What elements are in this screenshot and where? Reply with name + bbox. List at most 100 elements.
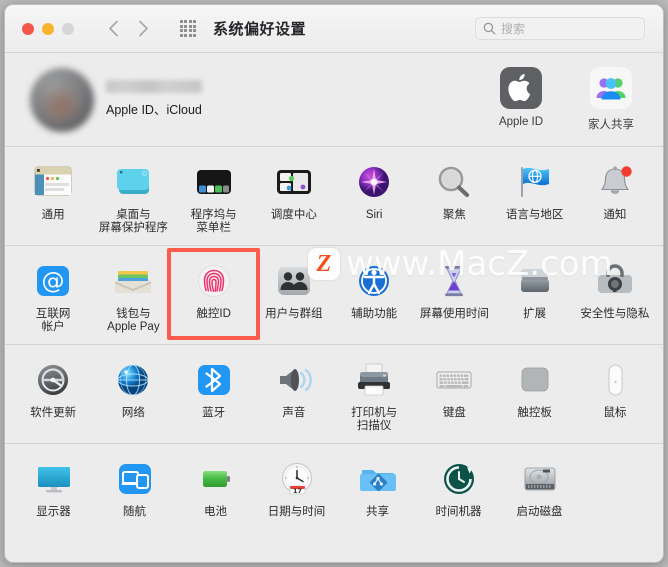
section-hardware: 软件更新 网络 蓝牙 声音 打印机与 扫描仪 键盘 触控板 鼠标 [5,345,663,444]
pref-security-privacy[interactable]: 安全性与隐私 [575,256,655,340]
pref-trackpad[interactable]: 触控板 [495,355,575,439]
window-title: 系统偏好设置 [213,21,307,38]
pref-sidecar[interactable]: 随航 [94,454,175,525]
pref-touch-id[interactable]: 触控ID [174,256,254,340]
avatar[interactable] [30,68,94,132]
pref-label: 调度中心 [270,209,317,221]
pref-network[interactable]: 网络 [93,355,173,439]
pref-date-time[interactable]: 17 日期与时间 [256,454,337,525]
pref-label: 触控ID [196,308,231,320]
pref-spotlight[interactable]: 聚焦 [414,157,494,241]
time-machine-icon [436,456,482,502]
apple-id-banner[interactable]: Apple ID、iCloud Apple ID 家人共享 [5,53,663,147]
wallet-applepay-icon [110,258,156,304]
pref-label: 随航 [123,506,146,518]
pref-label: 共享 [366,506,389,518]
shortcut-label: Apple ID [498,116,544,128]
pref-label: 打印机与 扫描仪 [351,407,398,432]
date-time-icon: 17 [274,456,320,502]
pref-accessibility[interactable]: 辅助功能 [334,256,414,340]
section-system: 通用 桌面与 屏幕保护程序 程序坞与 菜单栏 调度中心 Siri 聚焦 语言与地… [5,147,663,246]
pref-label: 屏幕使用时间 [419,308,489,320]
pref-row: @ 互联网 帐户 钱包与 Apple Pay 触控ID 用户与群组 辅助功能 屏… [13,256,655,340]
general-icon [30,159,76,205]
pref-mission-control[interactable]: 调度中心 [254,157,334,241]
pref-wallet-applepay[interactable]: 钱包与 Apple Pay [93,256,173,340]
sharing-icon [355,456,401,502]
account-name-redacted [106,80,202,93]
shortcut-family-sharing[interactable]: 家人共享 [573,67,649,132]
search-field[interactable] [475,17,645,40]
spotlight-icon [431,159,477,205]
pref-label: 声音 [282,407,306,419]
pref-sound[interactable]: 声音 [254,355,334,439]
pref-label: 网络 [121,407,145,419]
pref-bluetooth[interactable]: 蓝牙 [174,355,254,439]
forward-chevron-icon[interactable] [131,17,155,41]
pref-label: 通用 [41,209,65,221]
pref-label: 扩展 [523,308,547,320]
pref-general[interactable]: 通用 [13,157,93,241]
svg-text:@: @ [42,269,65,295]
shortcut-apple-id[interactable]: Apple ID [483,67,559,132]
pref-sharing[interactable]: 共享 [337,454,418,525]
pref-label: 蓝牙 [202,407,226,419]
pref-row: 显示器 随航 电池 17 日期与时间 共享 时间机器 启动磁盘 [13,454,655,525]
screen-time-icon [431,258,477,304]
pref-label: 日期与时间 [267,506,326,518]
pref-label: 触控板 [517,407,552,419]
pref-desktop-screensaver[interactable]: 桌面与 屏幕保护程序 [93,157,173,241]
titlebar: 系统偏好设置 [5,5,663,53]
internet-accounts-icon: @ [30,258,76,304]
pref-startup-disk[interactable]: 启动磁盘 [499,454,580,525]
pref-battery[interactable]: 电池 [175,454,256,525]
pref-notifications[interactable]: 通知 [575,157,655,241]
startup-disk-icon [517,456,563,502]
pref-row: 软件更新 网络 蓝牙 声音 打印机与 扫描仪 键盘 触控板 鼠标 [13,355,655,439]
zoom-button[interactable] [62,22,74,35]
account-subtitle: Apple ID、iCloud [106,103,202,117]
software-update-icon [30,357,76,403]
extensions-icon [512,258,558,304]
close-button[interactable] [22,22,34,35]
pref-label: Siri [365,209,383,221]
pref-extensions[interactable]: 扩展 [495,256,575,340]
system-preferences-window: 系统偏好设置 Apple ID、iCloud Apple ID [4,4,664,563]
network-icon [110,357,156,403]
pref-label: 用户与群组 [265,308,323,320]
pref-label: 钱包与 Apple Pay [107,308,160,333]
pref-mouse[interactable]: 鼠标 [575,355,655,439]
mission-control-icon [271,159,317,205]
trackpad-icon [512,357,558,403]
pref-software-update[interactable]: 软件更新 [13,355,93,439]
pref-label: 启动磁盘 [516,506,563,518]
pref-label: 鼠标 [603,407,627,419]
preferences-pane: 通用 桌面与 屏幕保护程序 程序坞与 菜单栏 调度中心 Siri 聚焦 语言与地… [5,147,663,529]
back-chevron-icon[interactable] [101,17,125,41]
show-all-grid-icon[interactable] [177,18,199,40]
pref-label: 桌面与 屏幕保护程序 [98,209,168,234]
accessibility-icon [351,258,397,304]
pref-displays[interactable]: 显示器 [13,454,94,525]
shortcut-label: 家人共享 [588,119,634,131]
navigation-buttons [101,17,155,41]
search-input[interactable] [501,21,621,36]
pref-row: 通用 桌面与 屏幕保护程序 程序坞与 菜单栏 调度中心 Siri 聚焦 语言与地… [13,157,655,241]
pref-time-machine[interactable]: 时间机器 [418,454,499,525]
pref-users-groups[interactable]: 用户与群组 [254,256,334,340]
pref-label: 时间机器 [435,506,482,518]
pref-label: 显示器 [36,506,71,518]
pref-siri[interactable]: Siri [334,157,414,241]
pref-screen-time[interactable]: 屏幕使用时间 [414,256,494,340]
users-groups-icon [271,258,317,304]
pref-dock-menubar[interactable]: 程序坞与 菜单栏 [174,157,254,241]
pref-label: 通知 [603,209,627,221]
siri-icon [351,159,397,205]
pref-keyboard[interactable]: 键盘 [414,355,494,439]
language-region-icon [512,159,558,205]
pref-label: 软件更新 [30,407,77,419]
minimize-button[interactable] [42,22,54,35]
pref-language-region[interactable]: 语言与地区 [495,157,575,241]
pref-internet-accounts[interactable]: @ 互联网 帐户 [13,256,93,340]
pref-printers-scanners[interactable]: 打印机与 扫描仪 [334,355,414,439]
